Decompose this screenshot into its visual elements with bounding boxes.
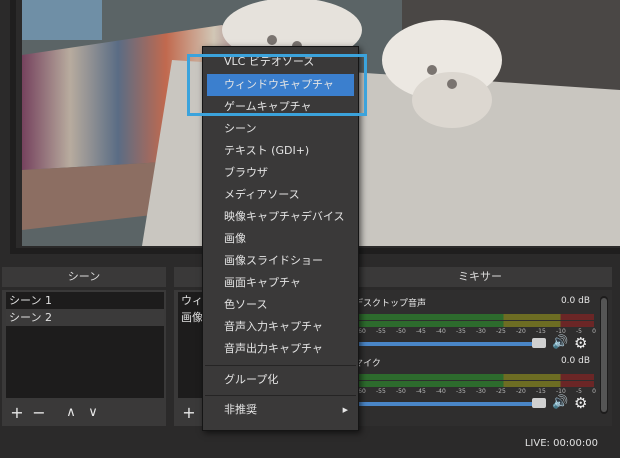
menu-item-label: 音声出力キャプチャ — [224, 342, 323, 355]
mixer-track-mic: マイク 0.0 dB -60 -55 -50 -45 -40 -35 -30 -… — [352, 356, 596, 416]
scrollbar-thumb[interactable] — [601, 298, 607, 412]
track-db: 0.0 dB — [560, 296, 590, 306]
tick-label: -20 — [516, 328, 526, 335]
scene-item[interactable]: シーン 1 — [6, 292, 164, 309]
add-source-button[interactable]: + — [178, 402, 200, 424]
menu-item-label: グループ化 — [224, 373, 279, 386]
tick-label: -15 — [536, 328, 546, 335]
menu-item-label: テキスト (GDI+) — [224, 144, 310, 157]
speaker-icon[interactable]: 🔊 — [552, 395, 568, 411]
menu-item-label: 画面キャプチャ — [224, 276, 301, 289]
track-header: マイク 0.0 dB — [352, 356, 592, 370]
add-source-context-menu: VLC ビデオソース ウィンドウキャプチャ ゲームキャプチャ シーン テキスト … — [202, 46, 359, 431]
mixer-scrollbar[interactable] — [600, 296, 608, 414]
menu-item-label: VLC ビデオソース — [224, 55, 315, 68]
menu-item-label: メディアソース — [224, 188, 300, 201]
menu-item-group[interactable]: グループ化 — [203, 369, 358, 391]
menu-item-browser[interactable]: ブラウザ — [203, 162, 358, 184]
scenes-toolbar: + − ∧ ∨ — [6, 402, 104, 424]
audio-mixer: デスクトップ音声 0.0 dB -60 -55 -50 -45 -40 -35 … — [348, 290, 612, 426]
menu-item-image-slideshow[interactable]: 画像スライドショー — [203, 250, 358, 272]
sources-toolbar: + — [178, 402, 200, 424]
gear-icon[interactable]: ⚙ — [574, 335, 590, 351]
menu-item-display-capture[interactable]: 画面キャプチャ — [203, 272, 358, 294]
tick-label: 0 — [592, 388, 596, 395]
preview-border-left — [10, 0, 16, 252]
tick-label: -25 — [496, 328, 506, 335]
tick-label: -20 — [516, 388, 526, 395]
menu-item-video-capture-device[interactable]: 映像キャプチャデバイス — [203, 206, 358, 228]
menu-item-media-source[interactable]: メディアソース — [203, 184, 358, 206]
tick-label: -55 — [376, 388, 386, 395]
volume-meter — [356, 381, 594, 387]
tick-label: -45 — [416, 328, 426, 335]
tick-label: -45 — [416, 388, 426, 395]
move-scene-up-button[interactable]: ∧ — [60, 402, 82, 424]
volume-meter — [356, 374, 594, 380]
menu-item-label: シーン — [224, 122, 257, 135]
tick-label: -50 — [396, 328, 406, 335]
track-name: デスクトップ音声 — [354, 299, 427, 309]
remove-scene-button[interactable]: − — [28, 402, 50, 424]
volume-slider-handle[interactable] — [532, 398, 546, 408]
tick-label: -40 — [436, 388, 446, 395]
menu-item-label: 色ソース — [224, 298, 268, 311]
mixer-track-desktop: デスクトップ音声 0.0 dB -60 -55 -50 -45 -40 -35 … — [352, 296, 596, 356]
move-scene-down-button[interactable]: ∨ — [82, 402, 104, 424]
menu-item-color-source[interactable]: 色ソース — [203, 294, 358, 316]
menu-separator — [205, 365, 356, 366]
menu-item-scene[interactable]: シーン — [203, 118, 358, 140]
menu-item-label: 映像キャプチャデバイス — [224, 210, 345, 223]
tick-label: -25 — [496, 388, 506, 395]
track-db: 0.0 dB — [560, 356, 590, 366]
menu-item-label: 非推奨 — [224, 403, 257, 416]
volume-slider-track[interactable] — [356, 402, 534, 406]
menu-item-audio-input-capture[interactable]: 音声入力キャプチャ — [203, 316, 358, 338]
scene-item-selected[interactable]: シーン 2 — [6, 309, 164, 326]
menu-item-label: ブラウザ — [224, 166, 268, 179]
tick-label: -30 — [476, 388, 486, 395]
tick-label: -15 — [536, 388, 546, 395]
volume-slider-handle[interactable] — [532, 338, 546, 348]
menu-item-audio-output-capture[interactable]: 音声出力キャプチャ — [203, 338, 358, 360]
volume-slider-track[interactable] — [356, 342, 534, 346]
menu-item-label: ゲームキャプチャ — [224, 100, 312, 113]
scenes-list[interactable]: シーン 1 シーン 2 — [6, 292, 164, 398]
submenu-arrow-icon: ▶ — [342, 406, 348, 414]
menu-item-vlc-video-source[interactable]: VLC ビデオソース — [203, 51, 358, 73]
add-scene-button[interactable]: + — [6, 402, 28, 424]
mixer-dock-title[interactable]: ミキサー — [348, 267, 612, 287]
menu-item-game-capture[interactable]: ゲームキャプチャ — [203, 96, 358, 118]
menu-item-label: 画像 — [224, 232, 246, 245]
gear-icon[interactable]: ⚙ — [574, 395, 590, 411]
menu-item-image[interactable]: 画像 — [203, 228, 358, 250]
tick-label: -35 — [456, 388, 466, 395]
tick-label: -35 — [456, 328, 466, 335]
menu-item-deprecated[interactable]: 非推奨 ▶ — [203, 399, 358, 421]
status-bar: LIVE: 00:00:00 — [0, 432, 620, 458]
scenes-panel: シーン 1 シーン 2 + − ∧ ∨ — [2, 290, 166, 426]
tick-label: -30 — [476, 328, 486, 335]
menu-item-label: 音声入力キャプチャ — [224, 320, 323, 333]
tick-label: -55 — [376, 328, 386, 335]
volume-meter — [356, 321, 594, 327]
menu-separator — [205, 395, 356, 396]
tick-label: -40 — [436, 328, 446, 335]
speaker-icon[interactable]: 🔊 — [552, 335, 568, 351]
live-timer: LIVE: 00:00:00 — [524, 438, 598, 449]
volume-meter — [356, 314, 594, 320]
menu-item-text-gdi[interactable]: テキスト (GDI+) — [203, 140, 358, 162]
track-header: デスクトップ音声 0.0 dB — [352, 296, 592, 310]
scenes-dock-title[interactable]: シーン — [2, 267, 166, 287]
tick-label: 0 — [592, 328, 596, 335]
menu-item-label: ウィンドウキャプチャ — [224, 78, 334, 91]
menu-item-window-capture[interactable]: ウィンドウキャプチャ — [207, 74, 354, 96]
tick-label: -50 — [396, 388, 406, 395]
menu-item-label: 画像スライドショー — [224, 254, 323, 267]
